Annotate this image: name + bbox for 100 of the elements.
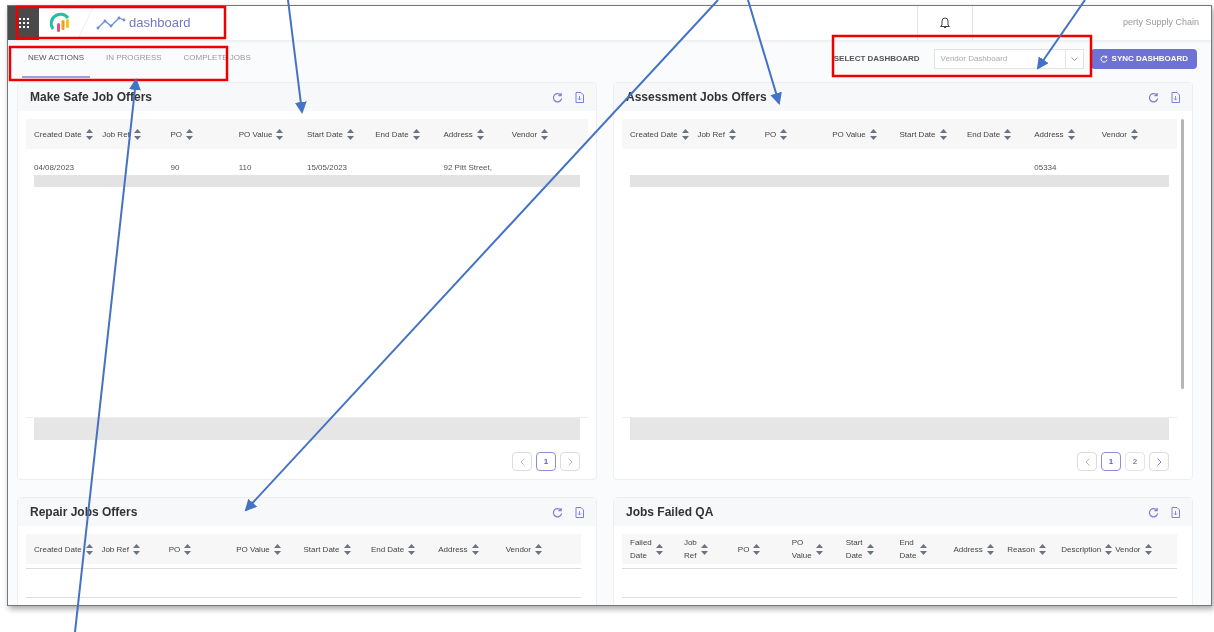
sort-icon[interactable]: [85, 543, 93, 555]
app-title: dashboard: [129, 14, 191, 33]
document-icon[interactable]: [575, 506, 584, 518]
column-header: End Date: [899, 537, 917, 562]
column-header: PO: [737, 543, 750, 556]
sort-icon[interactable]: [132, 543, 140, 555]
sort-icon[interactable]: [728, 128, 736, 140]
column-header: Start Date: [845, 537, 863, 562]
column-header: PO: [170, 128, 183, 141]
column-header: PO: [764, 128, 777, 141]
document-icon[interactable]: [1171, 506, 1180, 518]
column-header: Start Date: [303, 543, 340, 556]
column-header: End Date: [966, 128, 1001, 141]
sort-icon[interactable]: [476, 128, 484, 140]
sort-icon[interactable]: [1067, 128, 1075, 140]
chevron-down-icon: [1070, 57, 1078, 61]
dashboard-select[interactable]: Vendor Dashboard: [933, 49, 1084, 69]
tab[interactable]: NEW ACTIONS: [22, 40, 90, 78]
column-header: Address: [438, 543, 468, 556]
sort-icon[interactable]: [815, 543, 823, 555]
sort-icon[interactable]: [753, 543, 761, 555]
column-header: Address: [443, 128, 473, 141]
scrollbar[interactable]: [1181, 119, 1184, 389]
panel-title: Assessment Jobs Offers: [626, 89, 767, 106]
sort-icon[interactable]: [1144, 543, 1152, 555]
logo-icon[interactable]: [49, 12, 71, 34]
table-cell: 90: [170, 163, 180, 172]
annotation-arrow: [1036, 0, 1086, 70]
sort-icon[interactable]: [535, 543, 542, 555]
table-cell: 110: [238, 163, 252, 172]
sort-icon[interactable]: [869, 128, 877, 140]
sort-icon[interactable]: [939, 128, 947, 140]
sort-icon[interactable]: [681, 128, 689, 140]
refresh-icon[interactable]: [552, 91, 563, 103]
sort-icon[interactable]: [184, 543, 192, 555]
field-label: SELECT DASHBOARD: [833, 53, 920, 65]
column-header: End Date: [370, 543, 405, 556]
sort-icon[interactable]: [347, 128, 354, 140]
refresh-icon[interactable]: [552, 506, 563, 518]
column-header: Job Ref: [683, 537, 697, 562]
sort-icon[interactable]: [186, 128, 194, 140]
sort-icon[interactable]: [541, 128, 549, 140]
sort-icon[interactable]: [1131, 128, 1138, 140]
column-header: PO Value: [236, 543, 270, 556]
refresh-icon: [1099, 55, 1108, 63]
column-header: Vendor: [1101, 128, 1127, 141]
line-chart-icon: [96, 16, 126, 30]
bell-icon[interactable]: [939, 17, 950, 29]
sort-icon[interactable]: [866, 543, 874, 555]
column-header: Failed Date: [630, 537, 652, 562]
column-header: PO Value: [791, 537, 812, 562]
column-header: Created Date: [630, 128, 678, 141]
sort-icon[interactable]: [1105, 543, 1113, 555]
sort-icon[interactable]: [343, 543, 351, 555]
document-icon[interactable]: [575, 91, 584, 103]
table-cell: 15/05/2023: [307, 163, 348, 172]
table-cell: 04/08/2023: [34, 163, 75, 172]
sort-icon[interactable]: [1004, 128, 1012, 140]
column-header: Vendor: [511, 128, 538, 141]
column-header: Address: [1034, 128, 1064, 141]
column-header: Address: [953, 543, 983, 556]
sort-icon[interactable]: [655, 543, 663, 555]
sort-icon[interactable]: [1038, 543, 1046, 555]
sort-icon[interactable]: [986, 543, 994, 555]
grid-icon: [18, 18, 29, 28]
column-header: PO Value: [832, 128, 866, 141]
document-icon[interactable]: [1171, 91, 1180, 103]
sort-icon[interactable]: [273, 543, 281, 555]
sort-icon[interactable]: [276, 128, 284, 140]
sort-icon[interactable]: [700, 543, 708, 555]
column-header: Description: [1061, 543, 1102, 556]
column-header: Start Date: [307, 128, 343, 141]
organization-name: perty Supply Chain: [1122, 16, 1199, 30]
page-button[interactable]: 2: [1125, 452, 1145, 471]
column-header: End Date: [375, 128, 409, 141]
sort-icon[interactable]: [412, 128, 420, 140]
refresh-icon[interactable]: [1148, 91, 1159, 103]
sort-icon[interactable]: [408, 543, 416, 555]
sort-icon[interactable]: [471, 543, 479, 555]
column-header: Vendor: [505, 543, 531, 556]
column-header: PO: [168, 543, 181, 556]
column-header: PO Value: [238, 128, 273, 141]
sort-icon[interactable]: [133, 128, 141, 140]
table-cell: 92 Pitt Street,: [443, 163, 492, 172]
sort-icon[interactable]: [920, 543, 928, 555]
column-header: Reason: [1007, 543, 1035, 556]
column-header: Vendor: [1115, 543, 1141, 556]
table-cell: 05334: [1034, 163, 1057, 172]
column-header: Created Date: [34, 543, 82, 556]
sync-dashboard-button[interactable]: SYNC DASHBOARD: [1090, 49, 1197, 69]
column-header: Job Ref: [697, 128, 725, 141]
sort-icon[interactable]: [780, 128, 788, 140]
tab[interactable]: IN PROGRESS: [100, 40, 168, 78]
sort-icon[interactable]: [85, 128, 93, 140]
page-button[interactable]: 1: [536, 452, 556, 471]
refresh-icon[interactable]: [1148, 506, 1159, 518]
page-button[interactable]: 1: [1101, 452, 1121, 471]
column-header: Start Date: [899, 128, 936, 141]
panel-title: Jobs Failed QA: [626, 504, 714, 521]
column-header: Created Date: [34, 128, 82, 141]
